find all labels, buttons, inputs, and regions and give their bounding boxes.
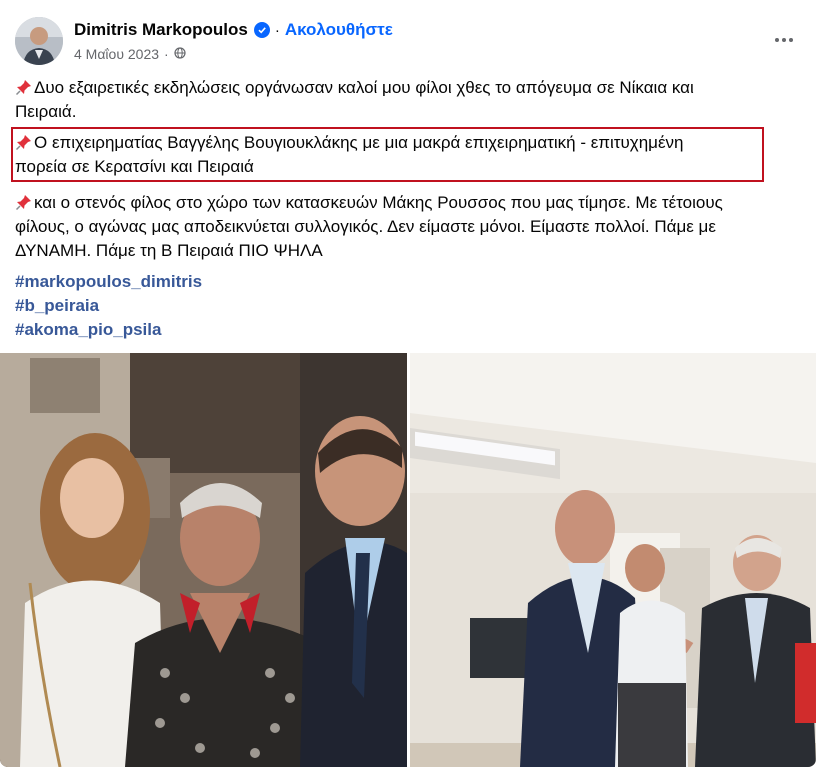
paragraph-1-line-1: Δυο εξαιρετικές εκδηλώσεις οργάνωσαν καλ…	[34, 78, 694, 97]
post-paragraph-2: Ο επιχειρηματίας Βαγγέλης Βουγιουκλάκης …	[15, 131, 795, 179]
pushpin-icon	[15, 195, 31, 211]
pushpin-icon	[15, 135, 31, 151]
author-avatar[interactable]	[15, 17, 63, 65]
globe-icon[interactable]	[174, 46, 186, 62]
post-photo-1[interactable]	[0, 353, 407, 767]
facebook-post: Dimitris Markopoulos · Ακολουθήστε 4 Μαΐ…	[0, 0, 816, 767]
author-name[interactable]: Dimitris Markopoulos	[74, 20, 248, 40]
post-meta: 4 Μαΐου 2023 ·	[74, 44, 186, 64]
paragraph-3-line-2: φίλους, ο αγώνας μας αποδεικνύεται συλλο…	[15, 217, 716, 236]
pushpin-icon	[15, 80, 31, 96]
hashtag-list: #markopoulos_dimitris #b_peiraia #akoma_…	[15, 270, 202, 342]
post-paragraph-1: Δυο εξαιρετικές εκδηλώσεις οργάνωσαν καλ…	[15, 76, 795, 124]
verified-badge-icon	[253, 22, 270, 38]
author-line: Dimitris Markopoulos · Ακολουθήστε	[74, 18, 393, 42]
paragraph-2-line-2: πορεία σε Κερατσίνι και Πειραιά	[15, 157, 254, 176]
more-options-icon[interactable]	[768, 26, 800, 54]
meta-separator: ·	[164, 46, 169, 62]
paragraph-3-line-1: και ο στενός φίλος στο χώρο των κατασκευ…	[34, 193, 723, 212]
post-date[interactable]: 4 Μαΐου 2023	[74, 46, 159, 62]
post-paragraph-3: και ο στενός φίλος στο χώρο των κατασκευ…	[15, 191, 795, 263]
post-photo-2[interactable]	[410, 353, 816, 767]
hashtag-link[interactable]: #b_peiraia	[15, 294, 202, 318]
paragraph-3-line-3: ΔΥΝΑΜΗ. Πάμε τη Β Πειραιά ΠΙΟ ΨΗΛΑ	[15, 241, 323, 260]
hashtag-link[interactable]: #akoma_pio_psila	[15, 318, 202, 342]
paragraph-2-line-1: Ο επιχειρηματίας Βαγγέλης Βουγιουκλάκης …	[34, 133, 684, 152]
hashtag-link[interactable]: #markopoulos_dimitris	[15, 270, 202, 294]
separator-dot: ·	[274, 21, 280, 39]
paragraph-1-line-2: Πειραιά.	[15, 102, 77, 121]
follow-button[interactable]: Ακολουθήστε	[285, 20, 393, 40]
